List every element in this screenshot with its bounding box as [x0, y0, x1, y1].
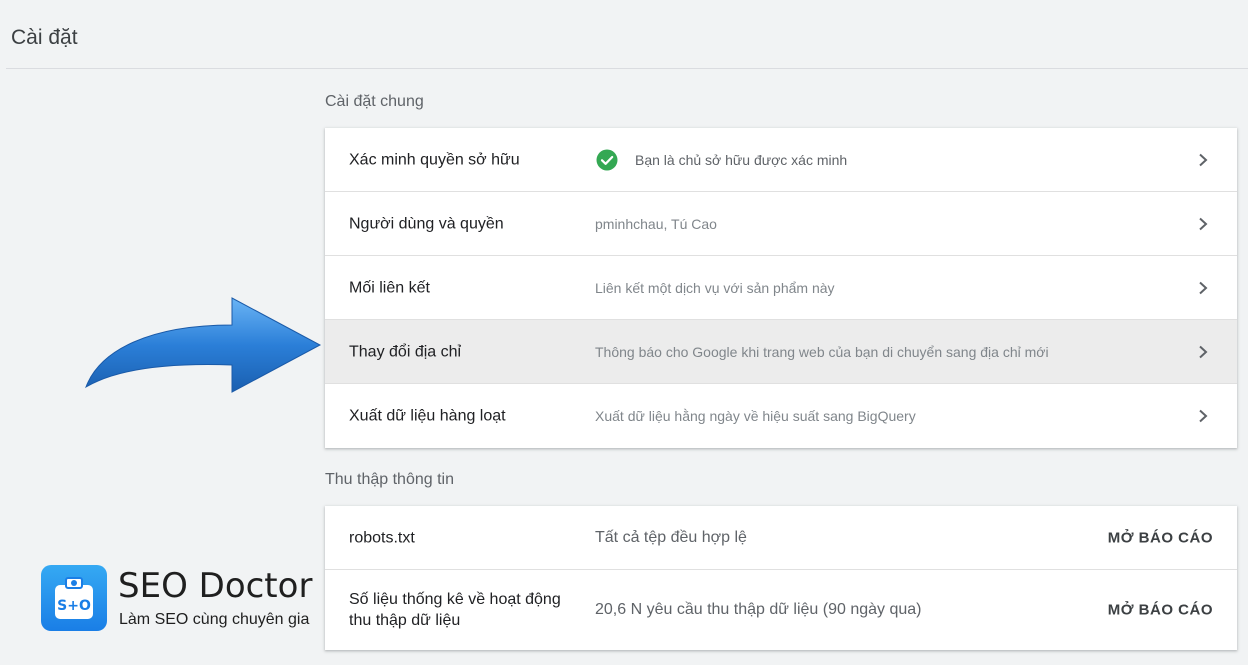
row-title: Mối liên kết	[349, 279, 430, 296]
row-title: Xuất dữ liệu hàng loạt	[349, 407, 506, 425]
header-divider	[6, 68, 1248, 69]
crawl-row-stats: Số liệu thống kê về hoạt động thu thập d…	[325, 570, 1237, 650]
settings-row-users-permissions[interactable]: Người dùng và quyền pminhchau, Tú Cao	[325, 192, 1237, 256]
open-report-button[interactable]: MỞ BÁO CÁO	[1108, 602, 1213, 619]
arrow-right-icon	[85, 297, 322, 393]
chevron-right-icon	[1199, 345, 1208, 358]
row-title: robots.txt	[349, 529, 415, 546]
chevron-right-icon	[1199, 217, 1208, 230]
page-header: Cài đặt	[0, 0, 1248, 70]
logo-tagline: Làm SEO cùng chuyên gia	[119, 611, 310, 628]
crawl-row-robots: robots.txt Tất cả tệp đều hợp lệ MỞ BÁO …	[325, 506, 1237, 570]
seo-doctor-logo: S+O	[41, 565, 107, 631]
row-description: Xuất dữ liệu hằng ngày về hiệu suất sang…	[595, 408, 916, 424]
crawling-card: robots.txt Tất cả tệp đều hợp lệ MỞ BÁO …	[325, 506, 1237, 650]
row-description: Tất cả tệp đều hợp lệ	[595, 528, 747, 546]
svg-text:S+O: S+O	[57, 598, 91, 614]
logo-name: SEO Doctor	[118, 566, 313, 606]
settings-row-associations[interactable]: Mối liên kết Liên kết một dịch vụ với sả…	[325, 256, 1237, 320]
row-title: Thay đổi địa chỉ	[349, 343, 462, 360]
section-label-general: Cài đặt chung	[325, 93, 424, 110]
general-settings-card: Xác minh quyền sở hữu Bạn là chủ sở hữu …	[325, 128, 1237, 448]
row-description: Bạn là chủ sở hữu được xác minh	[635, 151, 848, 168]
settings-row-ownership[interactable]: Xác minh quyền sở hữu Bạn là chủ sở hữu …	[325, 128, 1237, 192]
section-label-crawling: Thu thập thông tin	[325, 471, 454, 488]
row-description: 20,6 N yêu cầu thu thập dữ liệu (90 ngày…	[595, 601, 922, 618]
open-report-button[interactable]: MỞ BÁO CÁO	[1108, 529, 1213, 546]
chevron-right-icon	[1199, 153, 1208, 166]
check-circle-icon	[596, 149, 618, 170]
row-title: Xác minh quyền sở hữu	[349, 151, 520, 168]
row-description: pminhchau, Tú Cao	[595, 215, 717, 232]
row-description: Liên kết một dịch vụ với sản phẩm này	[595, 279, 835, 296]
row-description: Thông báo cho Google khi trang web của b…	[595, 343, 1049, 360]
row-title: Số liệu thống kê về hoạt động thu thập d…	[349, 591, 561, 629]
chevron-right-icon	[1199, 409, 1208, 423]
row-title: Người dùng và quyền	[349, 215, 504, 232]
settings-row-bulk-export[interactable]: Xuất dữ liệu hàng loạt Xuất dữ liệu hằng…	[325, 384, 1237, 448]
chevron-right-icon	[1199, 281, 1208, 294]
settings-row-change-address[interactable]: Thay đổi địa chỉ Thông báo cho Google kh…	[325, 320, 1237, 384]
page-title: Cài đặt	[11, 26, 78, 49]
